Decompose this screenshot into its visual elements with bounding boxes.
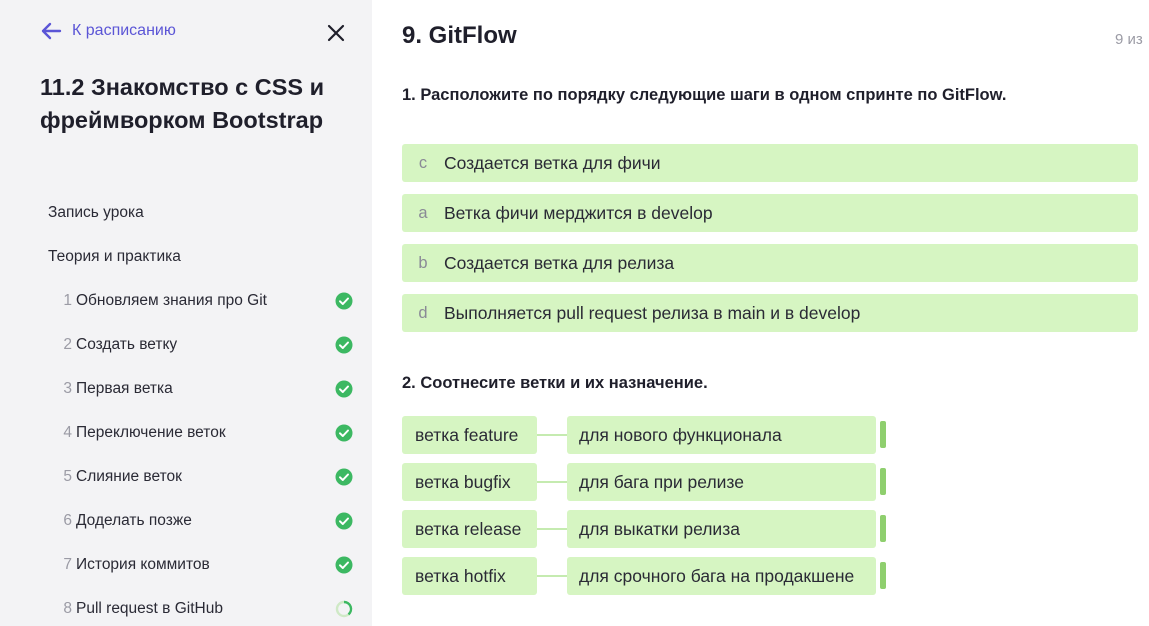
back-link-label: К расписанию bbox=[72, 22, 176, 39]
ordering-item-letter: a bbox=[418, 203, 428, 222]
ordering-item[interactable]: d Выполняется pull request релиза в main… bbox=[402, 294, 1138, 332]
step-number: 4 bbox=[63, 424, 72, 441]
question-2-title: 2. Соотнесите ветки и их назначение. bbox=[402, 374, 708, 392]
matching-connector bbox=[537, 434, 567, 436]
step-number: 6 bbox=[63, 512, 72, 529]
ordering-item[interactable]: b Создается ветка для релиза bbox=[402, 244, 1138, 282]
matching-purpose[interactable]: для срочного бага на продакшене bbox=[567, 557, 876, 595]
step-item[interactable]: 8 Pull request в GitHub bbox=[0, 587, 372, 626]
step-number: 2 bbox=[63, 336, 72, 353]
matching-branch[interactable]: ветка release bbox=[402, 510, 537, 548]
step-label: Pull request в GitHub bbox=[76, 600, 223, 617]
ordering-item-text: Создается ветка для релиза bbox=[444, 252, 675, 273]
step-item[interactable]: 3 Первая ветка bbox=[0, 367, 372, 411]
ordering-item-letter: b bbox=[418, 253, 428, 272]
drag-handle[interactable] bbox=[880, 468, 886, 495]
ordering-item-letter: c bbox=[418, 153, 428, 172]
ordering-item[interactable]: c Создается ветка для фичи bbox=[402, 144, 1138, 182]
step-label: Слияние веток bbox=[76, 468, 182, 485]
check-circle-icon bbox=[335, 556, 353, 574]
check-circle-icon bbox=[335, 468, 353, 486]
ordering-item-text: Создается ветка для фичи bbox=[444, 152, 661, 173]
drag-handle[interactable] bbox=[880, 515, 886, 542]
matching-list: ветка feature для нового функционала вет… bbox=[402, 416, 922, 604]
step-label: Первая ветка bbox=[76, 380, 173, 397]
close-icon bbox=[327, 24, 345, 42]
step-item[interactable]: 1 Обновляем знания про Git bbox=[0, 279, 372, 323]
check-circle-icon bbox=[335, 292, 353, 310]
step-label: Создать ветку bbox=[76, 336, 178, 353]
step-number: 1 bbox=[63, 292, 72, 309]
matching-purpose[interactable]: для нового функционала bbox=[567, 416, 876, 454]
matching-branch[interactable]: ветка bugfix bbox=[402, 463, 537, 501]
matching-branch[interactable]: ветка hotfix bbox=[402, 557, 537, 595]
drag-handle[interactable] bbox=[880, 562, 886, 589]
matching-purpose[interactable]: для бага при релизе bbox=[567, 463, 876, 501]
ordering-item-letter: d bbox=[418, 303, 428, 322]
step-item[interactable]: 2 Создать ветку bbox=[0, 323, 372, 367]
ordering-item-text: Ветка фичи мерджится в develop bbox=[444, 202, 713, 223]
matching-row: ветка hotfix для срочного бага на продак… bbox=[402, 557, 922, 595]
step-item[interactable]: 7 История коммитов bbox=[0, 543, 372, 587]
check-circle-icon bbox=[335, 424, 353, 442]
step-number: 7 bbox=[63, 556, 72, 573]
sidebar: К расписанию 11.2 Знакомство с CSS и фре… bbox=[0, 0, 372, 626]
step-item[interactable]: 4 Переключение веток bbox=[0, 411, 372, 455]
lesson-title: 11.2 Знакомство с CSS и фреймворком Boot… bbox=[40, 74, 325, 133]
check-circle-icon bbox=[335, 336, 353, 354]
section-theory-practice[interactable]: Теория и практика bbox=[48, 248, 181, 266]
section-lesson-recording[interactable]: Запись урока bbox=[48, 204, 144, 222]
step-label: Переключение веток bbox=[76, 424, 226, 441]
step-label: Обновляем знания про Git bbox=[76, 292, 267, 309]
matching-row: ветка release для выкатки релиза bbox=[402, 510, 922, 548]
check-circle-icon bbox=[335, 512, 353, 530]
check-circle-icon bbox=[335, 380, 353, 398]
matching-row: ветка feature для нового функционала bbox=[402, 416, 922, 454]
ordering-list: c Создается ветка для фичи a Ветка фичи … bbox=[402, 144, 1138, 344]
matching-branch[interactable]: ветка feature bbox=[402, 416, 537, 454]
drag-handle[interactable] bbox=[880, 421, 886, 448]
step-number: 3 bbox=[63, 380, 72, 397]
step-label: Доделать позже bbox=[76, 512, 192, 529]
arrow-left-icon bbox=[41, 22, 62, 40]
ordering-item[interactable]: a Ветка фичи мерджится в develop bbox=[402, 194, 1138, 232]
matching-connector bbox=[537, 481, 567, 483]
page-title: 9. GitFlow bbox=[402, 22, 517, 49]
step-item[interactable]: 5 Слияние веток bbox=[0, 455, 372, 499]
step-label: История коммитов bbox=[76, 556, 210, 573]
matching-row: ветка bugfix для бага при релизе bbox=[402, 463, 922, 501]
progress-circle-icon bbox=[335, 600, 353, 618]
matching-purpose[interactable]: для выкатки релиза bbox=[567, 510, 876, 548]
close-button[interactable] bbox=[326, 23, 346, 43]
step-item[interactable]: 6 Доделать позже bbox=[0, 499, 372, 543]
matching-connector bbox=[537, 575, 567, 577]
steps-list: 1 Обновляем знания про Git 2 Создать вет… bbox=[0, 279, 372, 626]
step-number: 8 bbox=[63, 600, 72, 617]
back-to-schedule-link[interactable]: К расписанию bbox=[40, 22, 176, 40]
step-number: 5 bbox=[63, 468, 72, 485]
page-counter: 9 из bbox=[1115, 31, 1143, 48]
ordering-item-text: Выполняется pull request релиза в main и… bbox=[444, 302, 861, 323]
matching-connector bbox=[537, 528, 567, 530]
question-1-title: 1. Расположите по порядку следующие шаги… bbox=[402, 86, 1007, 104]
main-content: 9. GitFlow 9 из 1. Расположите по порядк… bbox=[372, 0, 1149, 626]
